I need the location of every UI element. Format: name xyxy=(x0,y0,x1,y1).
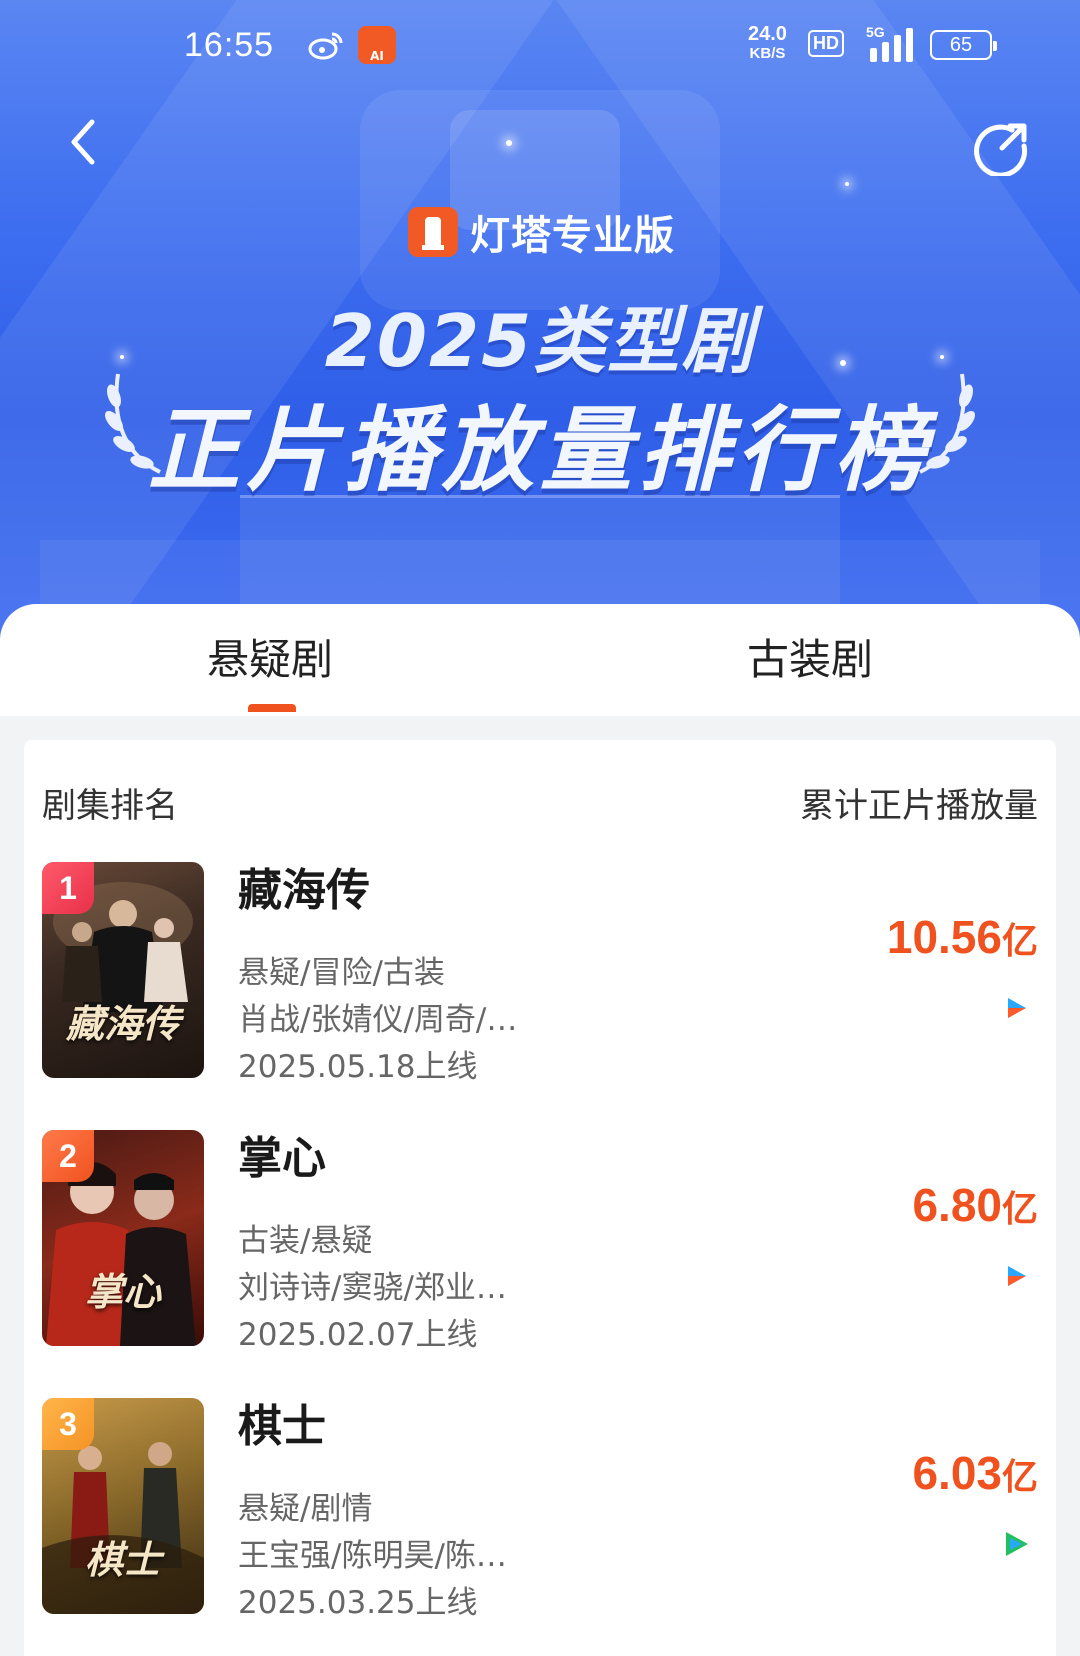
category-tabs: 悬疑剧 古装剧 xyxy=(0,604,1080,716)
rank-column-header: 剧集排名 xyxy=(42,786,178,826)
status-time: 16:55 xyxy=(184,26,275,64)
play-count-value: 6.80 xyxy=(912,1179,1002,1231)
tencent-video-icon xyxy=(999,1527,1033,1561)
chevron-left-icon xyxy=(71,119,95,165)
play-count-unit: 亿 xyxy=(1001,1456,1038,1497)
play-count: 6.03亿 xyxy=(912,1446,1038,1500)
release-date: 2025.03.25上线 xyxy=(238,1585,478,1621)
rank-badge: 3 xyxy=(42,1398,94,1450)
brand: 灯塔专业版 xyxy=(408,206,675,259)
sparkle-icon xyxy=(506,140,512,146)
poster-title: 棋士 xyxy=(84,1537,161,1582)
sparkle-icon xyxy=(845,182,849,186)
tab-label: 古装剧 xyxy=(746,636,873,683)
signal-icon xyxy=(856,26,914,62)
active-tab-indicator xyxy=(248,704,296,712)
drama-genre: 古装/悬疑 xyxy=(238,1223,373,1259)
drama-cast: 肖战/张婧仪/周奇/… xyxy=(238,1002,518,1038)
tab-label: 悬疑剧 xyxy=(206,636,333,683)
poster-image: 3 棋士 xyxy=(42,1398,204,1614)
play-count: 6.80亿 xyxy=(912,1178,1038,1232)
lighthouse-logo-icon xyxy=(408,207,458,257)
release-date: 2025.02.07上线 xyxy=(238,1317,478,1353)
drama-title: 藏海传 xyxy=(238,865,370,916)
play-count-value: 6.03 xyxy=(912,1447,1002,1499)
play-count-unit: 亿 xyxy=(1001,1188,1038,1229)
poster-image: 2 掌心 xyxy=(42,1130,204,1346)
rank-badge: 2 xyxy=(42,1130,94,1182)
network-speed-value: 24.0 xyxy=(748,23,787,45)
drama-genre: 悬疑/冒险/古装 xyxy=(238,955,445,991)
list-item[interactable]: 1 藏海传 藏海传 悬疑/冒险/古装 肖战/张婧仪/周奇/… 2025.05.1… xyxy=(42,862,1038,1085)
play-count: 10.56亿 xyxy=(887,910,1038,964)
play-count-unit: 亿 xyxy=(1001,920,1038,961)
laurel-left-icon xyxy=(105,373,161,474)
ranking-list: 剧集排名 累计正片播放量 1 藏海传 藏海传 悬疑/冒险/古装 肖战/张婧仪/周… xyxy=(24,740,1056,1656)
item-info: 藏海传 悬疑/冒险/古装 肖战/张婧仪/周奇/… 2025.05.18上线 xyxy=(238,862,758,1091)
poster-image: 1 藏海传 xyxy=(42,862,204,1078)
drama-title: 掌心 xyxy=(238,1133,326,1184)
ai-app-icon: AI xyxy=(358,26,396,64)
drama-genre: 悬疑/剧情 xyxy=(238,1491,373,1527)
tab-costume[interactable]: 古装剧 xyxy=(540,604,1080,716)
brand-name: 灯塔专业版 xyxy=(470,213,675,259)
drama-cast: 刘诗诗/窦骁/郑业… xyxy=(238,1270,507,1306)
views-column-header: 累计正片播放量 xyxy=(800,786,1038,826)
network-speed: 24.0 KB/S xyxy=(748,24,787,64)
youku-icon xyxy=(999,991,1033,1025)
poster-title: 藏海传 xyxy=(65,1001,180,1046)
share-icon xyxy=(974,123,1028,178)
release-date: 2025.05.18上线 xyxy=(238,1049,478,1085)
list-item[interactable]: 2 掌心 掌心 古装/悬疑 刘诗诗/窦骁/郑业… 2025.02.07上线 6.… xyxy=(42,1130,1038,1353)
item-info: 棋士 悬疑/剧情 王宝强/陈明昊/陈… 2025.03.25上线 xyxy=(238,1398,758,1627)
item-info: 掌心 古装/悬疑 刘诗诗/窦骁/郑业… 2025.02.07上线 xyxy=(238,1130,758,1359)
hd-badge: HD xyxy=(808,30,844,57)
poster-title: 掌心 xyxy=(84,1269,161,1314)
network-speed-unit: KB/S xyxy=(749,45,786,62)
status-bar: 16:55 AI 24.0 KB/S HD 5G 65 xyxy=(0,22,1080,72)
tab-suspense[interactable]: 悬疑剧 xyxy=(0,604,540,716)
weibo-icon xyxy=(308,30,344,68)
drama-cast: 王宝强/陈明昊/陈… xyxy=(238,1538,507,1574)
list-header: 剧集排名 累计正片播放量 xyxy=(42,778,1038,828)
rank-badge: 1 xyxy=(42,862,94,914)
drama-title: 棋士 xyxy=(238,1401,326,1452)
play-count-value: 10.56 xyxy=(886,911,1002,963)
back-button[interactable] xyxy=(58,110,118,170)
list-item[interactable]: 3 棋士 棋士 悬疑/剧情 王宝强/陈明昊/陈… 2025.03.25上线 6.… xyxy=(42,1398,1038,1621)
youku-icon xyxy=(999,1259,1033,1293)
battery-icon: 65 xyxy=(930,30,997,60)
share-button[interactable] xyxy=(972,116,1032,178)
laurel-right-icon xyxy=(919,373,975,474)
